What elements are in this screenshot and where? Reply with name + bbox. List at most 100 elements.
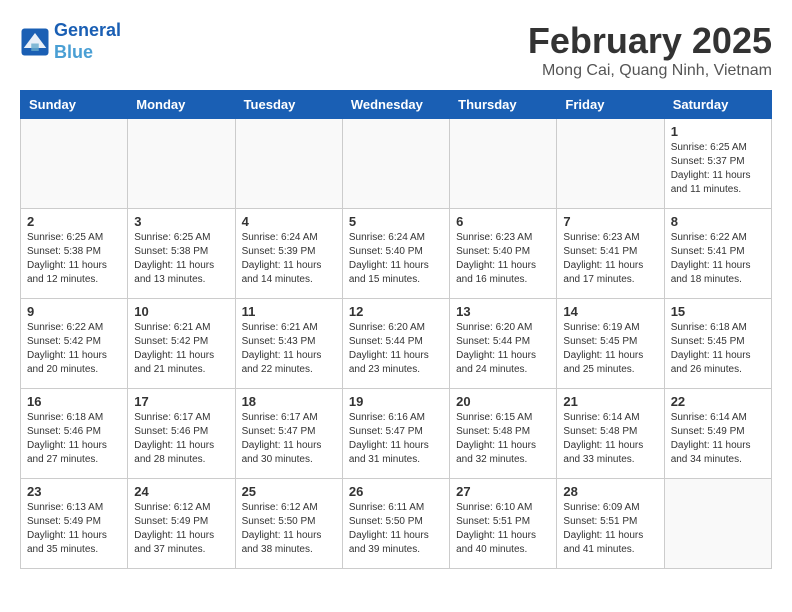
day-info: Sunrise: 6:24 AM Sunset: 5:40 PM Dayligh…: [349, 231, 443, 287]
calendar-cell: 18 Sunrise: 6:17 AM Sunset: 5:47 PM Dayli…: [235, 389, 342, 479]
day-number: 18: [242, 394, 336, 409]
day-number: 10: [134, 304, 228, 319]
calendar-cell: 4Sunrise: 6:24 AM Sunset: 5:39 PM Daylig…: [235, 209, 342, 299]
calendar-body: 1 Sunrise: 6:25 AM Sunset: 5:37 PM Daylig…: [21, 119, 772, 569]
day-number: 14: [563, 304, 657, 319]
calendar-cell: [450, 119, 557, 209]
day-info: Sunrise: 6:12 AM Sunset: 5:50 PM Dayligh…: [242, 501, 336, 557]
calendar-cell: 2Sunrise: 6:25 AM Sunset: 5:38 PM Daylig…: [21, 209, 128, 299]
day-info: Sunrise: 6:11 AM Sunset: 5:50 PM Dayligh…: [349, 501, 443, 557]
calendar-cell: 19Sunrise: 6:16 AM Sunset: 5:47 PM Dayli…: [342, 389, 449, 479]
calendar-cell: 8 Sunrise: 6:22 AM Sunset: 5:41 PM Daylig…: [664, 209, 771, 299]
calendar-cell: 20Sunrise: 6:15 AM Sunset: 5:48 PM Dayli…: [450, 389, 557, 479]
calendar-cell: [235, 119, 342, 209]
calendar-cell: 25 Sunrise: 6:12 AM Sunset: 5:50 PM Dayli…: [235, 479, 342, 569]
calendar-cell: 22 Sunrise: 6:14 AM Sunset: 5:49 PM Dayli…: [664, 389, 771, 479]
weekday-header: Monday: [128, 91, 235, 119]
day-number: 16: [27, 394, 121, 409]
calendar-cell: 15Sunrise: 6:18 AM Sunset: 5:45 PM Dayli…: [664, 299, 771, 389]
day-info: Sunrise: 6:21 AM Sunset: 5:42 PM Dayligh…: [134, 321, 228, 377]
day-number: 13: [456, 304, 550, 319]
day-number: 21: [563, 394, 657, 409]
calendar-week-row: 16 Sunrise: 6:18 AM Sunset: 5:46 PM Dayli…: [21, 389, 772, 479]
day-number: 22: [671, 394, 765, 409]
day-number: 6: [456, 214, 550, 229]
day-info: Sunrise: 6:16 AM Sunset: 5:47 PM Dayligh…: [349, 411, 443, 467]
weekday-header: Wednesday: [342, 91, 449, 119]
calendar-cell: 24 Sunrise: 6:12 AM Sunset: 5:49 PM Dayli…: [128, 479, 235, 569]
day-number: 25: [242, 484, 336, 499]
day-info: Sunrise: 6:25 AM Sunset: 5:37 PM Dayligh…: [671, 141, 765, 197]
day-info: Sunrise: 6:25 AM Sunset: 5:38 PM Dayligh…: [134, 231, 228, 287]
day-info: Sunrise: 6:18 AM Sunset: 5:46 PM Dayligh…: [27, 411, 121, 467]
calendar-cell: 14Sunrise: 6:19 AM Sunset: 5:45 PM Dayli…: [557, 299, 664, 389]
calendar-cell: 12 Sunrise: 6:20 AM Sunset: 5:44 PM Dayli…: [342, 299, 449, 389]
day-number: 23: [27, 484, 121, 499]
logo-text: General Blue: [54, 20, 121, 63]
day-info: Sunrise: 6:10 AM Sunset: 5:51 PM Dayligh…: [456, 501, 550, 557]
day-info: Sunrise: 6:14 AM Sunset: 5:49 PM Dayligh…: [671, 411, 765, 467]
day-number: 27: [456, 484, 550, 499]
logo-line2: Blue: [54, 42, 121, 64]
day-info: Sunrise: 6:25 AM Sunset: 5:38 PM Dayligh…: [27, 231, 121, 287]
day-number: 9: [27, 304, 121, 319]
day-info: Sunrise: 6:09 AM Sunset: 5:51 PM Dayligh…: [563, 501, 657, 557]
day-info: Sunrise: 6:13 AM Sunset: 5:49 PM Dayligh…: [27, 501, 121, 557]
day-number: 12: [349, 304, 443, 319]
calendar-cell: 3 Sunrise: 6:25 AM Sunset: 5:38 PM Daylig…: [128, 209, 235, 299]
day-number: 24: [134, 484, 228, 499]
subtitle: Mong Cai, Quang Ninh, Vietnam: [528, 62, 772, 80]
calendar: SundayMondayTuesdayWednesdayThursdayFrid…: [20, 90, 772, 569]
weekday-header: Sunday: [21, 91, 128, 119]
logo: General Blue: [20, 20, 121, 63]
calendar-cell: 13 Sunrise: 6:20 AM Sunset: 5:44 PM Dayli…: [450, 299, 557, 389]
calendar-cell: [128, 119, 235, 209]
day-info: Sunrise: 6:23 AM Sunset: 5:40 PM Dayligh…: [456, 231, 550, 287]
calendar-cell: 5 Sunrise: 6:24 AM Sunset: 5:40 PM Daylig…: [342, 209, 449, 299]
calendar-cell: 17Sunrise: 6:17 AM Sunset: 5:46 PM Dayli…: [128, 389, 235, 479]
day-info: Sunrise: 6:17 AM Sunset: 5:46 PM Dayligh…: [134, 411, 228, 467]
calendar-cell: 1 Sunrise: 6:25 AM Sunset: 5:37 PM Daylig…: [664, 119, 771, 209]
calendar-week-row: 2Sunrise: 6:25 AM Sunset: 5:38 PM Daylig…: [21, 209, 772, 299]
weekday-header: Saturday: [664, 91, 771, 119]
calendar-week-row: 9 Sunrise: 6:22 AM Sunset: 5:42 PM Daylig…: [21, 299, 772, 389]
day-info: Sunrise: 6:17 AM Sunset: 5:47 PM Dayligh…: [242, 411, 336, 467]
calendar-cell: 26 Sunrise: 6:11 AM Sunset: 5:50 PM Dayli…: [342, 479, 449, 569]
calendar-week-row: 23 Sunrise: 6:13 AM Sunset: 5:49 PM Dayli…: [21, 479, 772, 569]
main-title: February 2025: [528, 20, 772, 62]
day-info: Sunrise: 6:20 AM Sunset: 5:44 PM Dayligh…: [456, 321, 550, 377]
day-info: Sunrise: 6:22 AM Sunset: 5:42 PM Dayligh…: [27, 321, 121, 377]
calendar-cell: 28Sunrise: 6:09 AM Sunset: 5:51 PM Dayli…: [557, 479, 664, 569]
calendar-week-row: 1 Sunrise: 6:25 AM Sunset: 5:37 PM Daylig…: [21, 119, 772, 209]
header: General Blue February 2025 Mong Cai, Qua…: [20, 20, 772, 80]
calendar-cell: [342, 119, 449, 209]
calendar-cell: 10 Sunrise: 6:21 AM Sunset: 5:42 PM Dayli…: [128, 299, 235, 389]
day-info: Sunrise: 6:20 AM Sunset: 5:44 PM Dayligh…: [349, 321, 443, 377]
weekday-row: SundayMondayTuesdayWednesdayThursdayFrid…: [21, 91, 772, 119]
weekday-header: Thursday: [450, 91, 557, 119]
day-number: 20: [456, 394, 550, 409]
calendar-cell: 21 Sunrise: 6:14 AM Sunset: 5:48 PM Dayli…: [557, 389, 664, 479]
weekday-header: Friday: [557, 91, 664, 119]
calendar-cell: [557, 119, 664, 209]
day-number: 1: [671, 124, 765, 139]
day-info: Sunrise: 6:24 AM Sunset: 5:39 PM Dayligh…: [242, 231, 336, 287]
day-info: Sunrise: 6:21 AM Sunset: 5:43 PM Dayligh…: [242, 321, 336, 377]
day-number: 7: [563, 214, 657, 229]
calendar-cell: 27 Sunrise: 6:10 AM Sunset: 5:51 PM Dayli…: [450, 479, 557, 569]
calendar-cell: 23 Sunrise: 6:13 AM Sunset: 5:49 PM Dayli…: [21, 479, 128, 569]
day-number: 26: [349, 484, 443, 499]
day-info: Sunrise: 6:14 AM Sunset: 5:48 PM Dayligh…: [563, 411, 657, 467]
day-number: 11: [242, 304, 336, 319]
day-info: Sunrise: 6:22 AM Sunset: 5:41 PM Dayligh…: [671, 231, 765, 287]
calendar-cell: 16 Sunrise: 6:18 AM Sunset: 5:46 PM Dayli…: [21, 389, 128, 479]
title-area: February 2025 Mong Cai, Quang Ninh, Viet…: [528, 20, 772, 80]
logo-icon: [20, 27, 50, 57]
calendar-cell: [21, 119, 128, 209]
day-number: 5: [349, 214, 443, 229]
day-info: Sunrise: 6:12 AM Sunset: 5:49 PM Dayligh…: [134, 501, 228, 557]
day-number: 3: [134, 214, 228, 229]
calendar-cell: [664, 479, 771, 569]
day-number: 8: [671, 214, 765, 229]
calendar-cell: 6 Sunrise: 6:23 AM Sunset: 5:40 PM Daylig…: [450, 209, 557, 299]
